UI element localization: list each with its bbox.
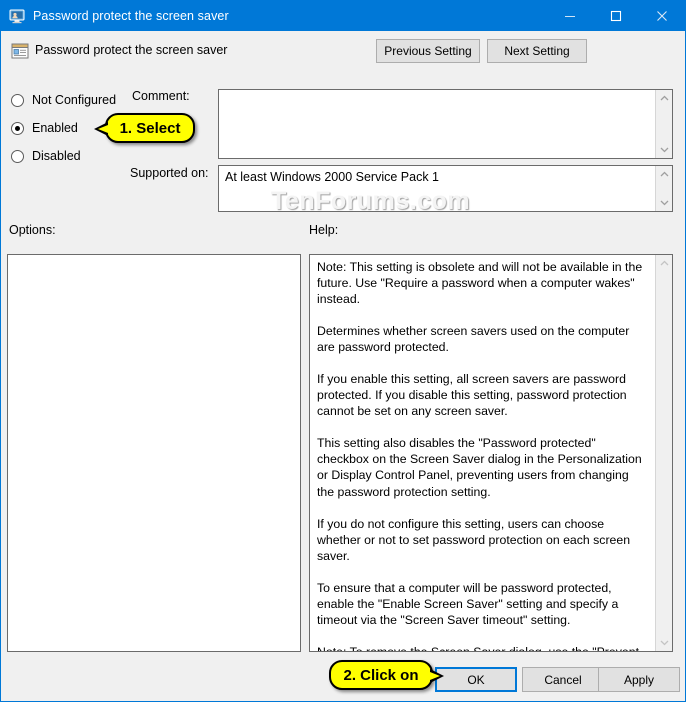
scroll-down-icon[interactable]	[656, 634, 672, 651]
radio-not-configured[interactable]: Not Configured	[11, 91, 116, 109]
minimize-icon[interactable]	[547, 1, 593, 31]
callout-step-2: 2. Click on	[329, 660, 444, 690]
callout-tail-icon	[430, 669, 444, 683]
help-scrollbar[interactable]	[655, 255, 672, 651]
supported-on-value: At least Windows 2000 Service Pack 1	[225, 170, 439, 184]
scroll-down-icon[interactable]	[656, 194, 672, 211]
help-paragraph: Note: This setting is obsolete and will …	[317, 260, 643, 307]
radio-disabled[interactable]: Disabled	[11, 147, 81, 165]
maximize-icon[interactable]	[593, 1, 639, 31]
options-panel[interactable]	[7, 254, 301, 652]
help-paragraph: If you do not configure this setting, us…	[317, 516, 631, 563]
group-policy-setting-dialog: Password protect the screen saver Passwo…	[0, 0, 686, 702]
ok-button[interactable]: OK	[435, 667, 517, 692]
callout-step-1: 1. Select	[94, 113, 195, 143]
help-paragraph: Determines whether screen savers used on…	[317, 324, 630, 355]
radio-label-enabled: Enabled	[32, 121, 78, 135]
radio-label-not-configured: Not Configured	[32, 93, 117, 107]
policy-setting-icon	[11, 42, 29, 60]
radio-mark-enabled	[11, 121, 24, 135]
help-paragraph: If you enable this setting, all screen s…	[317, 372, 627, 419]
setting-name: Password protect the screen saver	[35, 43, 228, 57]
comment-input[interactable]	[218, 89, 673, 159]
help-panel: Note: This setting is obsolete and will …	[309, 254, 673, 652]
radio-mark-not-configured	[11, 93, 24, 107]
help-text: Note: This setting is obsolete and will …	[317, 259, 647, 652]
previous-setting-button[interactable]: Previous Setting	[376, 39, 480, 63]
comment-label: Comment:	[132, 89, 190, 103]
cancel-button[interactable]: Cancel	[522, 667, 604, 692]
radio-label-disabled: Disabled	[32, 149, 81, 163]
callout-step-1-label: 1. Select	[119, 119, 181, 137]
close-icon[interactable]	[639, 1, 685, 31]
radio-mark-disabled	[11, 149, 24, 163]
title-bar: Password protect the screen saver	[1, 1, 685, 31]
help-label: Help:	[309, 223, 339, 237]
apply-button[interactable]: Apply	[598, 667, 680, 692]
next-setting-button[interactable]: Next Setting	[487, 39, 587, 63]
scroll-up-icon[interactable]	[656, 255, 672, 272]
window-title: Password protect the screen saver	[33, 9, 229, 23]
comment-scrollbar[interactable]	[655, 90, 672, 158]
help-paragraph: Note: To remove the Screen Saver dialog,…	[317, 644, 639, 652]
callout-step-2-label: 2. Click on	[343, 666, 419, 684]
screen-saver-policy-icon	[9, 8, 25, 24]
supported-on-field[interactable]: At least Windows 2000 Service Pack 1	[218, 165, 673, 212]
help-paragraph: This setting also disables the "Password…	[317, 436, 642, 499]
options-label: Options:	[9, 223, 56, 237]
callout-tail-icon	[94, 122, 108, 136]
help-paragraph: To ensure that a computer will be passwo…	[317, 580, 619, 627]
scroll-down-icon[interactable]	[656, 141, 672, 158]
supported-on-scrollbar[interactable]	[655, 166, 672, 211]
scroll-up-icon[interactable]	[656, 90, 672, 107]
radio-enabled[interactable]: Enabled	[11, 119, 78, 137]
scroll-up-icon[interactable]	[656, 166, 672, 183]
setting-header: Password protect the screen saver Previo…	[1, 31, 685, 71]
supported-on-label: Supported on:	[130, 166, 209, 180]
